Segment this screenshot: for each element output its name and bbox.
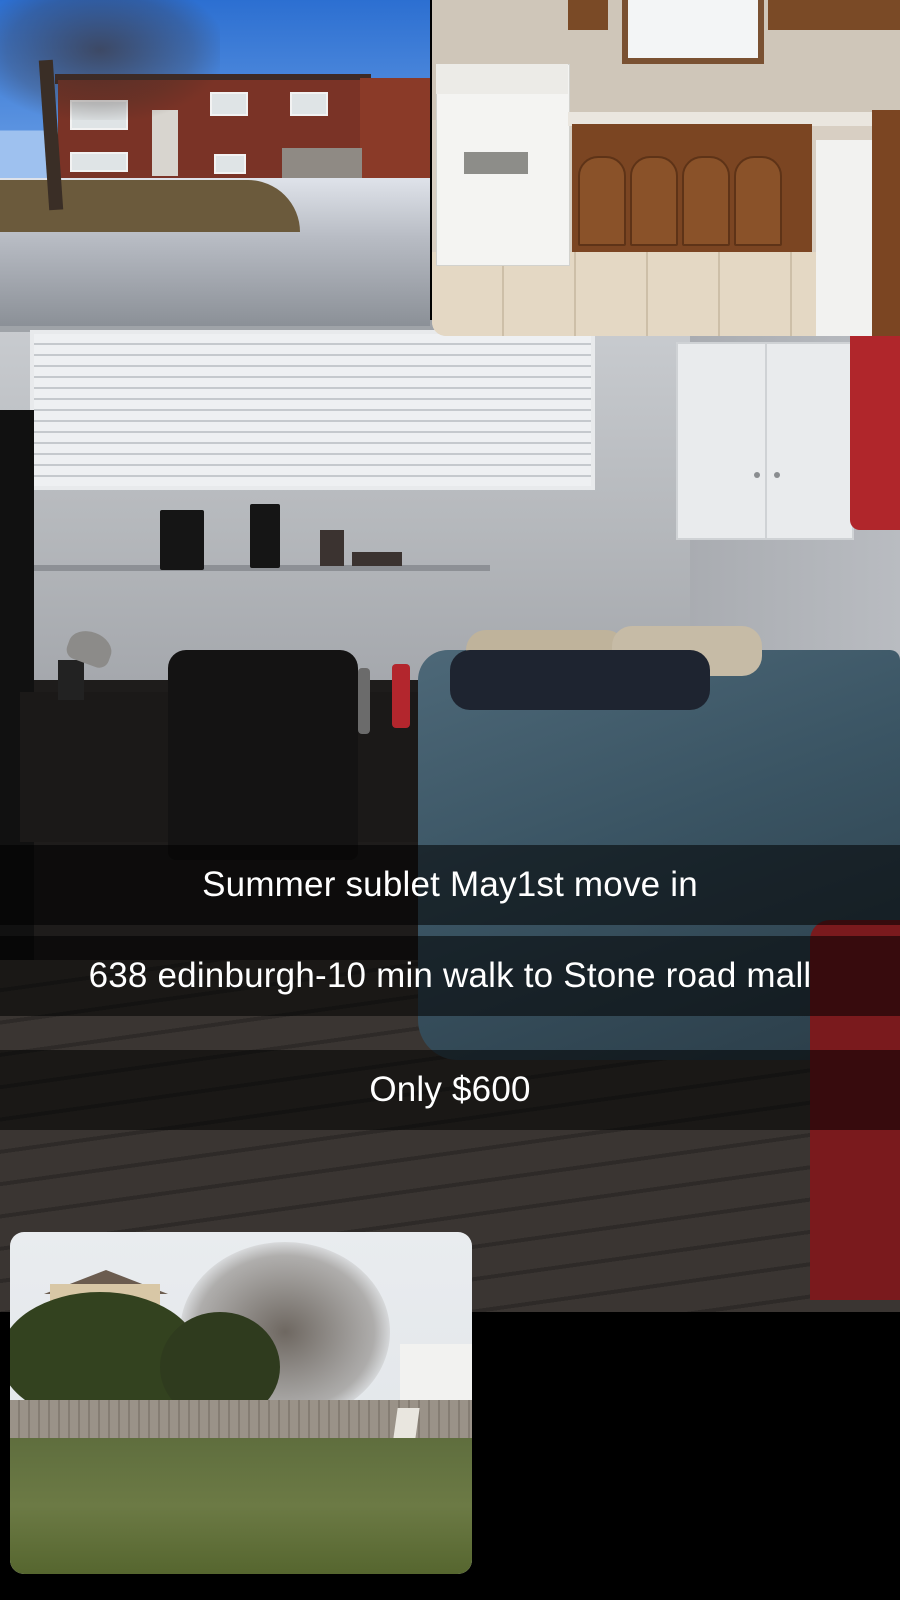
wall-cabinet — [676, 342, 854, 540]
house-window — [290, 92, 328, 116]
house-window — [214, 154, 246, 174]
yard-photo — [10, 1232, 472, 1574]
cabinet-knob — [774, 472, 780, 478]
bottle — [392, 664, 410, 728]
cabinet-door — [734, 156, 782, 246]
grass-lawn — [10, 1438, 472, 1574]
house-photo — [0, 0, 430, 326]
cabinet-door — [578, 156, 626, 246]
red-shirt — [850, 320, 900, 530]
lamp — [58, 660, 84, 700]
cabinet-door — [630, 156, 678, 246]
bedroom-photo — [0, 320, 900, 1312]
shelf-item — [320, 530, 344, 566]
side-cabinet — [872, 110, 900, 336]
upper-cabinet — [568, 0, 608, 30]
kitchen-window — [622, 0, 764, 64]
caption-strip-3: Only $600 — [0, 1050, 900, 1130]
cabinet-door — [682, 156, 730, 246]
dishwasher — [816, 140, 872, 336]
caption-price: Only $600 — [369, 1070, 531, 1109]
kitchen-photo — [432, 0, 900, 336]
caption-strip-2: 638 edinburgh-10 min walk to Stone road … — [0, 936, 900, 1016]
dark-blanket — [450, 650, 710, 710]
shelf-item — [352, 552, 402, 566]
window-blinds — [30, 330, 595, 490]
white-house — [400, 1344, 472, 1400]
cabinet-knob — [754, 472, 760, 478]
speaker — [250, 504, 280, 568]
caption-strip-1: Summer sublet May1st move in — [0, 845, 900, 925]
bottle — [358, 668, 370, 734]
upper-cabinet — [768, 0, 900, 30]
lawn-patch — [0, 180, 300, 232]
office-chair — [168, 650, 358, 860]
stove-backguard — [436, 64, 568, 94]
speaker — [160, 510, 204, 570]
caption-move-in: Summer sublet May1st move in — [202, 865, 698, 904]
tree-branches — [0, 0, 220, 120]
oven-window — [464, 152, 528, 174]
house-window — [70, 152, 128, 172]
caption-address: 638 edinburgh-10 min walk to Stone road … — [88, 956, 812, 995]
